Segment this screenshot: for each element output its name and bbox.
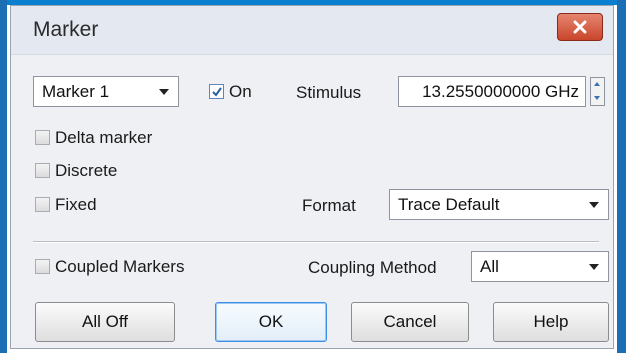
- fixed-checkbox[interactable]: [35, 197, 50, 212]
- coupling-method-label: Coupling Method: [308, 258, 437, 277]
- stimulus-label: Stimulus: [296, 83, 362, 102]
- divider: [33, 241, 599, 243]
- coupled-markers-checkbox[interactable]: [35, 259, 50, 274]
- discrete-label: Discrete: [55, 161, 118, 180]
- coupling-method-select[interactable]: All: [471, 251, 609, 282]
- marker-dialog: Marker Marker 1 On Stimulus 13.255000000…: [10, 5, 614, 349]
- format-label: Format: [302, 196, 356, 215]
- on-label: On: [229, 82, 252, 101]
- on-checkbox[interactable]: [209, 84, 224, 99]
- format-select-value: Trace Default: [398, 194, 500, 214]
- discrete-checkbox[interactable]: [35, 163, 50, 178]
- chevron-down-icon: [589, 263, 599, 270]
- stimulus-value: 13.2550000000 GHz: [422, 81, 579, 101]
- coupled-markers-label: Coupled Markers: [55, 257, 185, 276]
- stimulus-spinner[interactable]: [590, 77, 605, 106]
- close-icon: [573, 20, 587, 34]
- stimulus-input[interactable]: 13.2550000000 GHz: [398, 76, 586, 107]
- chevron-down-icon: [589, 201, 599, 208]
- dialog-title: Marker: [33, 18, 99, 41]
- ok-button[interactable]: OK: [215, 302, 327, 342]
- marker-select[interactable]: Marker 1: [33, 76, 179, 107]
- format-select[interactable]: Trace Default: [389, 189, 609, 220]
- title-bar[interactable]: Marker: [11, 6, 613, 55]
- window-frame-left: [0, 0, 7, 353]
- window-frame-right: [617, 0, 626, 353]
- close-button[interactable]: [557, 13, 603, 41]
- help-button[interactable]: Help: [493, 302, 609, 342]
- cancel-button[interactable]: Cancel: [351, 302, 469, 342]
- delta-marker-label: Delta marker: [55, 128, 153, 147]
- checkmark-icon: [212, 87, 222, 97]
- all-off-button[interactable]: All Off: [35, 302, 175, 342]
- spinner-up-icon[interactable]: [591, 78, 604, 91]
- fixed-label: Fixed: [55, 195, 97, 214]
- marker-select-value: Marker 1: [42, 81, 110, 101]
- spinner-down-icon[interactable]: [591, 92, 604, 105]
- coupling-method-value: All: [480, 256, 499, 276]
- delta-marker-checkbox[interactable]: [35, 130, 50, 145]
- chevron-down-icon: [159, 88, 169, 95]
